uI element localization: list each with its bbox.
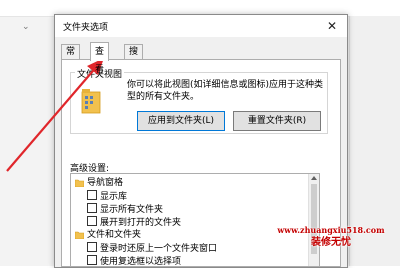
advanced-settings-list: 导航窗格 显示库 显示所有文件夹 展开到打开的文件夹 文件和文件夹 登录时还原上… xyxy=(70,173,320,267)
folder-views-group: 文件夹视图 你可以将此视图(如详细信息或图标)应用于这种类型的所有文件夹。 应用… xyxy=(70,67,328,134)
tab-general[interactable]: 常规 xyxy=(61,44,81,72)
tab-view[interactable]: 查看 xyxy=(90,42,110,75)
tree-node-label: 文件和文件夹 xyxy=(87,230,142,240)
checkbox-label: 显示所有文件夹 xyxy=(100,205,164,215)
list-item[interactable]: 使用复选框以选择项 xyxy=(87,255,181,266)
list-item: 导航窗格 xyxy=(75,177,123,189)
apply-to-folders-button[interactable]: 应用到文件夹(L) xyxy=(137,111,225,131)
watermark-url: www.zhuangxiu518.com xyxy=(277,225,385,235)
checkbox-label: 展开到打开的文件夹 xyxy=(100,218,182,228)
tab-search[interactable]: 搜索 xyxy=(124,44,144,72)
dialog-title: 文件夹选项 xyxy=(63,23,109,33)
site-watermark: www.zhuangxiu518.com 装修无忧 xyxy=(262,224,400,250)
list-item: 文件和文件夹 xyxy=(75,229,141,241)
folder-view-icon xyxy=(81,89,101,114)
checkbox-label: 显示库 xyxy=(100,192,128,202)
scroll-up-icon[interactable] xyxy=(311,176,317,180)
dialog-titlebar: 文件夹选项 ✕ xyxy=(55,15,347,37)
folder-icon xyxy=(75,179,84,187)
checkbox-label: 登录时还原上一个文件夹窗口 xyxy=(100,244,218,254)
checkbox-icon[interactable] xyxy=(87,255,97,265)
tree-node-label: 导航窗格 xyxy=(87,178,124,188)
close-icon[interactable]: ✕ xyxy=(327,19,337,33)
checkbox-icon[interactable] xyxy=(87,242,97,252)
reset-folders-button[interactable]: 重置文件夹(R) xyxy=(233,111,321,131)
checkbox-icon[interactable] xyxy=(87,216,97,226)
chevron-down-icon[interactable]: ⌄ xyxy=(22,22,30,32)
list-item[interactable]: 显示所有文件夹 xyxy=(87,203,163,215)
checkbox-icon[interactable] xyxy=(87,190,97,200)
vertical-scrollbar[interactable] xyxy=(308,174,319,266)
watermark-name: 装修无忧 xyxy=(311,237,351,248)
folder-icon xyxy=(75,231,84,239)
checkbox-icon[interactable] xyxy=(87,203,97,213)
list-item[interactable]: 显示库 xyxy=(87,190,127,202)
list-item[interactable]: 展开到打开的文件夹 xyxy=(87,216,181,228)
folder-views-description: 你可以将此视图(如详细信息或图标)应用于这种类型的所有文件夹。 xyxy=(127,80,324,102)
list-item[interactable]: 登录时还原上一个文件夹窗口 xyxy=(87,242,217,254)
